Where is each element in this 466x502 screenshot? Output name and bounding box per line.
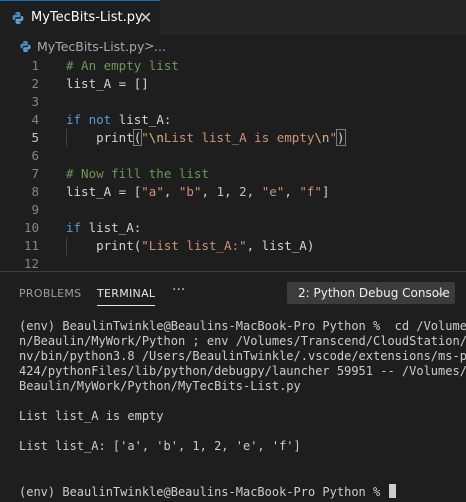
python-icon [11, 11, 25, 25]
chevron-right-icon: > [144, 38, 155, 53]
terminal-select-value: 2: Python Debug Console [298, 286, 450, 300]
code-text: # Now fill the list [66, 165, 209, 183]
code-token: not [88, 112, 112, 127]
code-token: ) [336, 129, 346, 146]
code-token: list_A = [] [66, 76, 149, 91]
code-editor[interactable]: 1 # An empty list 2 list_A = [] 3 4 if not lis… [0, 57, 466, 271]
code-text: print("\nList list_A is empty\n") [66, 129, 346, 147]
code-token: # Now fill the list [66, 166, 209, 181]
line-number: 11 [23, 238, 39, 253]
code-token: "b" [178, 184, 202, 199]
line-number: 1 [31, 58, 39, 73]
panel-header: PROBLEMS TERMINAL ··· 2: Python Debug Co… [0, 272, 466, 312]
code-token: list_A: [81, 220, 142, 235]
code-token: if [66, 220, 82, 235]
tab-mytecbits-list[interactable]: MyTecBits-List.py ✕ [0, 0, 160, 35]
code-token: print [66, 130, 134, 145]
code-token: , [163, 184, 179, 199]
code-text: print("List list_A:", list_A) [66, 237, 314, 255]
code-text: list_A = ["a", "b", 1, 2, "e", "f"] [66, 183, 329, 201]
code-text: if not list_A: [66, 111, 171, 129]
breadcrumb: MyTecBits-List.py > ... [0, 35, 466, 57]
tab-problems[interactable]: PROBLEMS [19, 287, 81, 300]
code-token: list_A: [111, 112, 172, 127]
editor-tab-bar: MyTecBits-List.py ✕ [0, 0, 466, 35]
more-actions-icon[interactable]: ··· [172, 282, 185, 298]
code-token: " [329, 130, 337, 145]
terminal-line: nv/bin/python3.8 /Users/BeaulinTwinkle/.… [19, 349, 466, 363]
code-line[interactable]: 5 print("\nList list_A is empty\n") [0, 129, 466, 147]
terminal-line: List list_A: ['a', 'b', 1, 2, 'e', 'f'] [19, 439, 301, 453]
tab-title: MyTecBits-List.py [31, 10, 143, 25]
code-line[interactable]: 4 if not list_A: [0, 111, 466, 129]
terminal-output[interactable]: (env) BeaulinTwinkle@Beaulins-MacBook-Pr… [0, 312, 466, 502]
close-icon[interactable]: ✕ [139, 8, 152, 27]
chevron-down-icon: ⌄ [435, 285, 446, 299]
line-number: 8 [31, 184, 39, 199]
breadcrumb-more[interactable]: ... [154, 39, 166, 54]
line-number: 6 [31, 148, 39, 163]
code-token: , list_A) [246, 238, 315, 253]
code-token: "List list_A:" [141, 238, 247, 253]
code-line[interactable]: 1 # An empty list [0, 57, 466, 75]
line-number: 2 [31, 76, 39, 91]
code-token: , [284, 184, 300, 199]
code-line[interactable]: 3 [0, 93, 466, 111]
tab-terminal[interactable]: TERMINAL [97, 287, 156, 306]
line-number: 9 [31, 202, 39, 217]
code-line[interactable]: 7 # Now fill the list [0, 165, 466, 183]
code-line[interactable]: 11 print("List list_A:", list_A) [0, 237, 466, 255]
code-token: 2 [239, 184, 247, 199]
terminal-line: n/Beaulin/MyWork/Python ; env /Volumes/T… [19, 334, 466, 348]
code-token: List list_A is empty [163, 130, 315, 145]
code-token: if [66, 112, 82, 127]
code-token: ] [321, 184, 330, 199]
code-line[interactable]: 8 list_A = ["a", "b", 1, 2, "e", "f"] [0, 183, 466, 201]
code-line[interactable]: 2 list_A = [] [0, 75, 466, 93]
code-text: if list_A: [66, 219, 141, 237]
code-line[interactable]: 10 if list_A: [0, 219, 466, 237]
code-token: "a" [141, 184, 164, 199]
breadcrumb-file[interactable]: MyTecBits-List.py [37, 39, 144, 54]
terminal-cursor [389, 484, 397, 498]
code-line[interactable]: 12 [0, 255, 466, 271]
code-token: print( [66, 238, 142, 253]
python-icon [19, 40, 32, 53]
code-token: 1 [216, 184, 225, 199]
code-token: list_A = [ [66, 184, 142, 199]
code-token: , [224, 184, 240, 199]
code-token: "e" [261, 184, 285, 199]
line-number: 5 [31, 130, 39, 145]
code-token: \n [148, 130, 164, 145]
line-number: 12 [23, 256, 39, 271]
code-text: # An empty list [66, 57, 179, 75]
code-text: list_A = [] [66, 75, 149, 93]
terminal-line: (env) BeaulinTwinkle@Beaulins-MacBook-Pr… [19, 319, 466, 333]
terminal-line: (env) BeaulinTwinkle@Beaulins-MacBook-Pr… [19, 484, 397, 500]
code-token: \n [314, 130, 330, 145]
terminal-select[interactable]: 2: Python Debug Console ⌄ [287, 282, 455, 304]
code-line[interactable]: 9 [0, 201, 466, 219]
code-line[interactable]: 6 [0, 147, 466, 165]
terminal-line: Beaulin/MyWork/Python/MyTecBits-List.py [19, 379, 301, 393]
line-number: 3 [31, 94, 39, 109]
code-token: # An empty list [66, 58, 179, 73]
code-token: " [141, 130, 149, 145]
code-token: , [246, 184, 262, 199]
code-token: , [201, 184, 217, 199]
terminal-line: 424/pythonFiles/lib/python/debugpy/launc… [19, 364, 466, 378]
line-number: 4 [31, 112, 39, 127]
terminal-line: List list_A is empty [19, 409, 164, 423]
code-token: "f" [299, 184, 322, 199]
line-number: 7 [31, 166, 39, 181]
line-number: 10 [23, 220, 39, 235]
